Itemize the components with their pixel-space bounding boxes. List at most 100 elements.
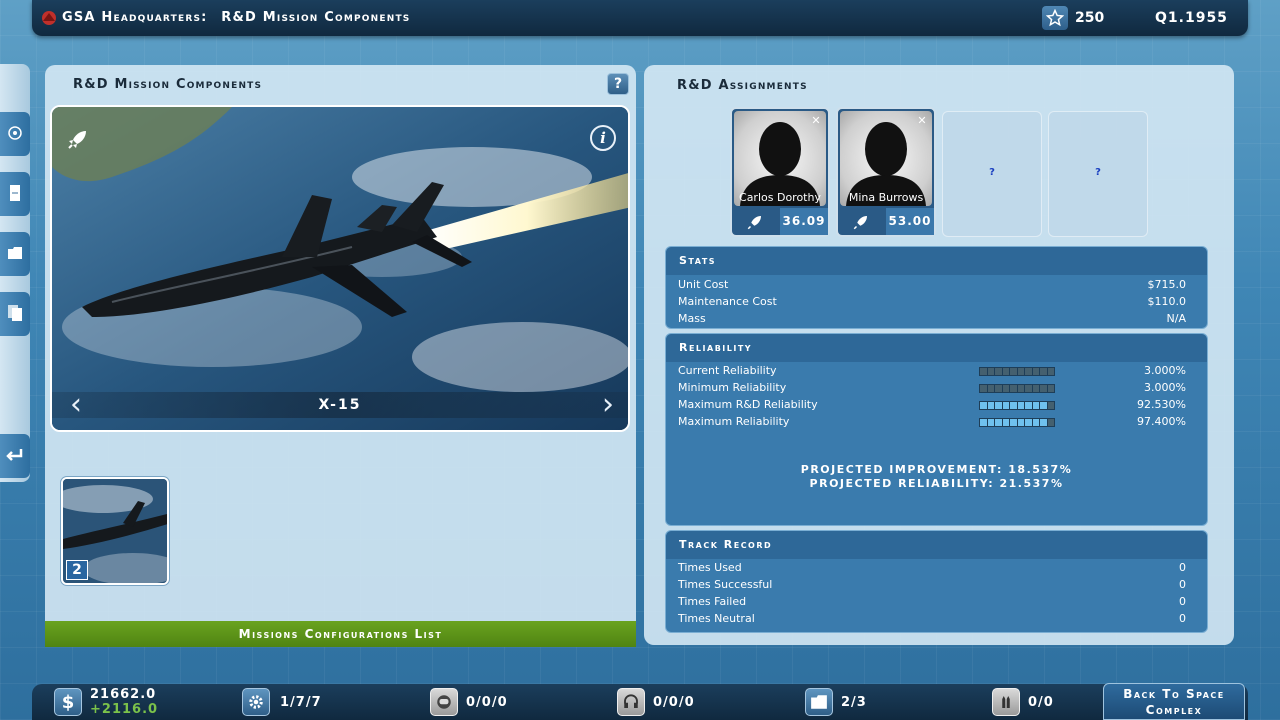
engineers-gear-icon[interactable]	[242, 688, 270, 716]
assignee-name: Mina Burrows	[848, 191, 924, 204]
info-button[interactable]: i	[590, 125, 616, 151]
rockets-icon[interactable]	[992, 688, 1020, 716]
assignee-card[interactable]: ✕ Mina Burrows 53.00	[836, 107, 936, 237]
engineers-count: 1/7/7	[280, 695, 322, 710]
reliability-bar-segment	[1010, 402, 1017, 409]
game-date: Q1.1955	[1155, 10, 1228, 26]
section-header: Reliability	[666, 334, 1207, 362]
reliability-bar	[979, 367, 1055, 376]
help-button[interactable]: ?	[607, 73, 629, 95]
reliability-bar-segment	[1040, 419, 1047, 426]
reliability-bar-segment	[1002, 402, 1009, 409]
comms-count: 0/0/0	[653, 695, 695, 710]
stat-label: Maintenance Cost	[678, 295, 777, 308]
reliability-value: 3.000%	[1144, 381, 1186, 394]
document-icon	[10, 185, 20, 201]
bottom-status-bar: $ 21662.0 +2116.0 1/7/7 0/0/0 0/0/0 2/3 …	[32, 684, 1248, 720]
track-row: Times Neutral 0	[678, 611, 1186, 627]
reliability-bar-segment	[1025, 419, 1032, 426]
track-record-section: Track Record Times Used 0 Times Successf…	[665, 530, 1208, 633]
rocket-icon	[68, 131, 86, 149]
left-navigation-rail	[0, 64, 30, 482]
reliability-value: 92.530%	[1137, 398, 1186, 411]
reliability-bar	[979, 384, 1055, 393]
reliability-bar-segment	[980, 419, 987, 426]
reliability-bar-segment	[1010, 385, 1017, 392]
nav-orbit-button[interactable]	[0, 106, 30, 160]
thumbnail-count-badge: 2	[66, 560, 88, 580]
reliability-bar-segment	[1002, 419, 1009, 426]
reliability-bar-segment	[1032, 385, 1039, 392]
rocket-icon	[838, 208, 884, 235]
track-label: Times Failed	[678, 595, 747, 608]
reliability-bar-segment	[1002, 385, 1009, 392]
nav-copies-button[interactable]	[0, 286, 30, 340]
reliability-bar-segment	[1040, 385, 1047, 392]
missions-configurations-list-button[interactable]: Missions Configurations List	[45, 621, 636, 647]
reliability-bar	[979, 401, 1055, 410]
assignee-card[interactable]: ✕ Carlos Dorothy 36.09	[730, 107, 830, 237]
prestige-star-icon[interactable]	[1042, 6, 1068, 30]
reliability-bar-segment	[980, 402, 987, 409]
reliability-bar-segment	[1040, 402, 1047, 409]
nav-return-button[interactable]	[0, 428, 30, 482]
previous-component-arrow[interactable]: ‹	[70, 390, 82, 420]
rockets-count: 0/0	[1028, 695, 1054, 710]
reliability-bar-segment	[1025, 402, 1032, 409]
nav-document-button[interactable]	[0, 166, 30, 220]
component-thumbnail[interactable]: 2	[61, 477, 169, 585]
files-folder-icon[interactable]	[805, 688, 833, 716]
track-value: 0	[1179, 612, 1186, 625]
reliability-bar-segment	[1017, 419, 1024, 426]
panel-title: R&D Assignments	[677, 78, 808, 93]
section-header: Stats	[666, 247, 1207, 275]
stat-row: Unit Cost $715.0	[678, 277, 1186, 293]
reliability-bar-segment	[1047, 402, 1054, 409]
track-value: 0	[1179, 578, 1186, 591]
reliability-row: Maximum Reliability 97.400%	[678, 414, 1186, 430]
reliability-label: Maximum R&D Reliability	[678, 398, 818, 411]
reliability-row: Maximum R&D Reliability 92.530%	[678, 397, 1186, 413]
window-title: GSA Headquarters: R&D Mission Components	[62, 10, 411, 25]
back-to-space-complex-button[interactable]: Back To Space Complex	[1103, 683, 1245, 720]
reliability-label: Maximum Reliability	[678, 415, 790, 428]
reliability-bar-segment	[995, 419, 1002, 426]
track-label: Times Used	[678, 561, 742, 574]
stat-label: Unit Cost	[678, 278, 729, 291]
remove-assignee-icon[interactable]: ✕	[810, 115, 822, 127]
panel-title: R&D Mission Components	[73, 77, 263, 92]
next-component-arrow[interactable]: ›	[602, 390, 614, 420]
track-row: Times Successful 0	[678, 577, 1186, 593]
funds-icon[interactable]: $	[54, 688, 82, 716]
reliability-value: 3.000%	[1144, 364, 1186, 377]
gsa-logo-icon	[42, 11, 56, 25]
reliability-bar-segment	[1025, 368, 1032, 375]
nav-folder-button[interactable]	[0, 226, 30, 280]
stat-value: $715.0	[1147, 278, 1187, 291]
empty-slot-label: ?	[1095, 167, 1101, 178]
reliability-bar-segment	[1040, 368, 1047, 375]
stat-value: $110.0	[1147, 295, 1187, 308]
funds-value: 21662.0	[90, 687, 157, 702]
empty-assignment-slot[interactable]: ?	[1048, 111, 1148, 237]
headset-icon[interactable]	[617, 688, 645, 716]
empty-assignment-slot[interactable]: ?	[942, 111, 1042, 237]
reliability-bar-segment	[1010, 368, 1017, 375]
assignee-portrait: ✕ Mina Burrows	[840, 111, 932, 206]
astronaut-helmet-icon[interactable]	[430, 688, 458, 716]
copy-icon	[8, 305, 22, 321]
reliability-bar-segment	[995, 385, 1002, 392]
remove-assignee-icon[interactable]: ✕	[916, 115, 928, 127]
track-row: Times Failed 0	[678, 594, 1186, 610]
orbit-icon	[8, 126, 22, 140]
projected-improvement: PROJECTED IMPROVEMENT: 18.537%	[800, 463, 1073, 476]
x15-aircraft-image	[52, 107, 628, 430]
rd-assignments-panel: R&D Assignments ✕ Carlos Dorothy 36.09 ✕…	[644, 65, 1234, 645]
reliability-bar-segment	[1032, 402, 1039, 409]
reliability-bar-segment	[987, 385, 994, 392]
reliability-bar-segment	[1010, 419, 1017, 426]
reliability-bar-segment	[995, 368, 1002, 375]
track-value: 0	[1179, 561, 1186, 574]
reliability-bar-segment	[1047, 385, 1054, 392]
reliability-bar-segment	[1047, 368, 1054, 375]
